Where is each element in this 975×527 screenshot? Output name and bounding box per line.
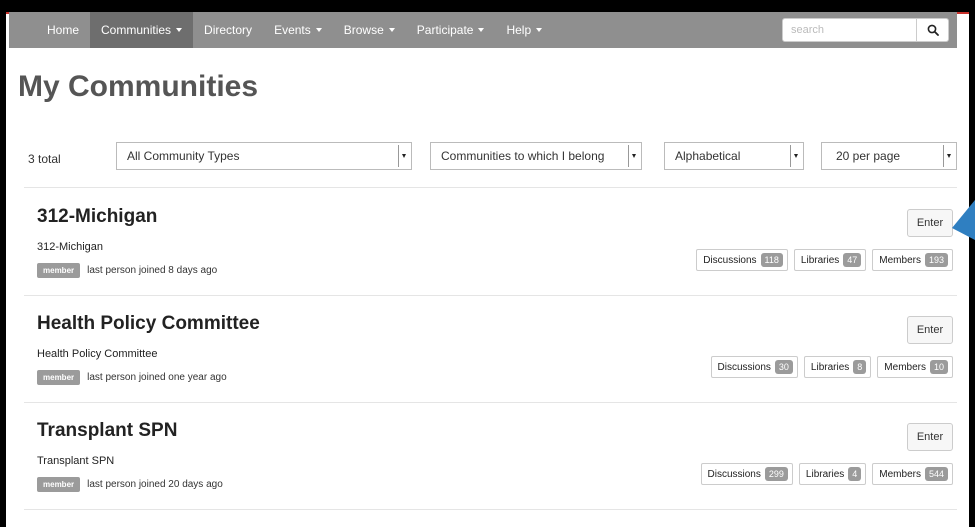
select-arrow-icon xyxy=(398,145,409,167)
nav-help[interactable]: Help xyxy=(495,12,553,48)
sort-value: Alphabetical xyxy=(675,149,741,163)
select-arrow-icon xyxy=(790,145,801,167)
community-type-select[interactable]: All Community Types xyxy=(116,142,412,170)
select-arrow-icon xyxy=(943,145,954,167)
select-arrow-icon xyxy=(628,145,639,167)
total-count: 3 total xyxy=(28,152,61,166)
nav-help-label: Help xyxy=(506,23,532,37)
community-meta: member last person joined 8 days ago xyxy=(37,263,217,278)
stat-label: Members xyxy=(884,361,926,373)
nav-directory[interactable]: Directory xyxy=(193,12,263,48)
divider xyxy=(24,187,957,188)
libraries-stat[interactable]: Libraries 8 xyxy=(803,356,872,378)
members-stat[interactable]: Members 10 xyxy=(877,356,953,378)
per-page-select[interactable]: 20 per page xyxy=(821,142,957,170)
stat-label: Discussions xyxy=(717,361,771,373)
magnifier-icon xyxy=(927,24,939,36)
last-joined-text: last person joined 8 days ago xyxy=(87,265,218,276)
member-badge: member xyxy=(37,477,81,492)
nav-directory-label: Directory xyxy=(204,23,253,37)
stat-count: 4 xyxy=(848,467,862,481)
stat-label: Members xyxy=(879,254,921,266)
nav-communities-label: Communities xyxy=(101,23,172,37)
last-joined-text: last person joined one year ago xyxy=(87,372,227,383)
discussions-stat[interactable]: Discussions 118 xyxy=(696,249,788,271)
stat-count: 10 xyxy=(929,360,948,374)
community-subtitle: Health Policy Committee xyxy=(37,348,158,360)
community-stats: Discussions 30 Libraries 8 Members 10 xyxy=(705,356,953,378)
member-badge: member xyxy=(37,263,81,278)
sort-select[interactable]: Alphabetical xyxy=(664,142,804,170)
libraries-stat[interactable]: Libraries 4 xyxy=(798,463,867,485)
search-group xyxy=(782,18,949,42)
stat-label: Discussions xyxy=(703,254,757,266)
membership-select[interactable]: Communities to which I belong xyxy=(430,142,642,170)
community-stats: Discussions 118 Libraries 47 Members 193 xyxy=(690,249,953,271)
nav-home-label: Home xyxy=(47,23,80,37)
community-meta: member last person joined 20 days ago xyxy=(37,477,223,492)
pointer-arrow-icon xyxy=(952,200,975,240)
discussions-stat[interactable]: Discussions 30 xyxy=(710,356,798,378)
nav-events[interactable]: Events xyxy=(263,12,333,48)
community-card: 312-Michigan 312-Michigan member last pe… xyxy=(24,189,957,296)
caret-down-icon xyxy=(388,28,395,32)
per-page-value: 20 per page xyxy=(836,149,901,163)
caret-down-icon xyxy=(478,28,485,32)
filters-bar: 3 total All Community Types Communities … xyxy=(24,132,957,188)
stat-count: 299 xyxy=(764,467,788,481)
search-input[interactable] xyxy=(782,18,917,42)
community-card: Transplant SPN Transplant SPN member las… xyxy=(24,403,957,510)
nav-participate[interactable]: Participate xyxy=(406,12,496,48)
stat-count: 8 xyxy=(853,360,867,374)
nav-participate-label: Participate xyxy=(416,23,474,37)
stat-label: Libraries xyxy=(805,468,845,480)
stat-count: 30 xyxy=(774,360,793,374)
community-title[interactable]: 312-Michigan xyxy=(37,206,157,228)
caret-down-icon xyxy=(176,28,183,32)
caret-down-icon xyxy=(315,28,322,32)
community-stats: Discussions 299 Libraries 4 Members 544 xyxy=(695,463,953,485)
search-button[interactable] xyxy=(917,18,949,42)
community-title[interactable]: Health Policy Committee xyxy=(37,313,260,335)
member-badge: member xyxy=(37,370,81,385)
stat-count: 193 xyxy=(924,253,948,267)
members-stat[interactable]: Members 544 xyxy=(872,463,953,485)
enter-button[interactable]: Enter xyxy=(907,423,953,451)
last-joined-text: last person joined 20 days ago xyxy=(87,479,223,490)
nav-browse-label: Browse xyxy=(343,23,384,37)
stat-label: Libraries xyxy=(810,361,850,373)
caret-down-icon xyxy=(536,28,543,32)
stat-count: 118 xyxy=(760,253,783,267)
community-title[interactable]: Transplant SPN xyxy=(37,420,177,442)
stat-label: Discussions xyxy=(707,468,761,480)
stat-label: Libraries xyxy=(800,254,840,266)
enter-button[interactable]: Enter xyxy=(907,209,953,237)
community-subtitle: 312-Michigan xyxy=(37,241,104,253)
community-meta: member last person joined one year ago xyxy=(37,370,227,385)
stat-count: 544 xyxy=(924,467,948,481)
membership-value: Communities to which I belong xyxy=(441,149,605,163)
nav-browse[interactable]: Browse xyxy=(333,12,406,48)
nav-communities[interactable]: Communities xyxy=(90,12,194,48)
community-subtitle: Transplant SPN xyxy=(37,455,115,467)
discussions-stat[interactable]: Discussions 299 xyxy=(700,463,793,485)
stat-label: Members xyxy=(879,468,921,480)
libraries-stat[interactable]: Libraries 47 xyxy=(793,249,867,271)
community-card: Health Policy Committee Health Policy Co… xyxy=(24,296,957,403)
nav-events-label: Events xyxy=(274,23,311,37)
page-title: My Communities xyxy=(18,70,259,103)
members-stat[interactable]: Members 193 xyxy=(872,249,953,271)
main-navbar: Home Communities Directory Events Browse… xyxy=(9,12,957,48)
stat-count: 47 xyxy=(843,253,862,267)
community-type-value: All Community Types xyxy=(127,149,240,163)
nav-home[interactable]: Home xyxy=(9,12,90,48)
enter-button[interactable]: Enter xyxy=(907,316,953,344)
